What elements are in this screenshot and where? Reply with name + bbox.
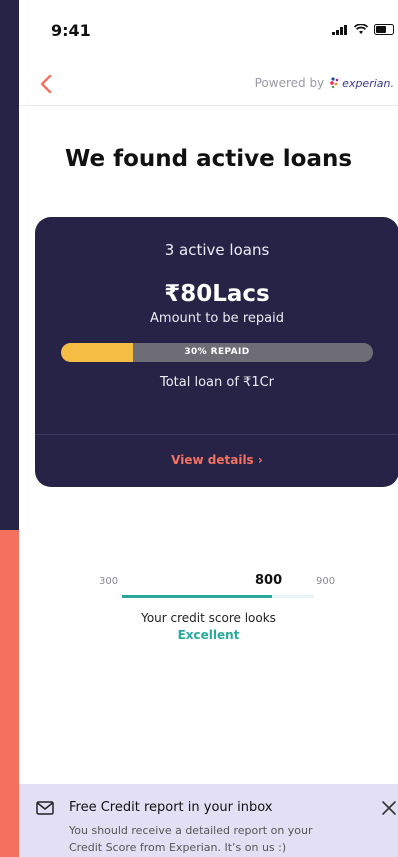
status-time: 9:41	[51, 21, 91, 40]
status-bar: 9:41	[19, 0, 398, 52]
credit-score-bar	[122, 595, 314, 598]
battery-icon	[374, 24, 394, 35]
phone-screen: 9:41 Powered by experian. We found activ…	[19, 0, 398, 857]
total-loan: Total loan of ₹1Cr	[159, 375, 275, 390]
powered-by: Powered by experian.	[255, 76, 394, 90]
loan-summary-card: 3 active loans ₹80Lacs Amount to be repa…	[35, 217, 398, 487]
page-title: We found active loans	[64, 146, 353, 172]
card-divider	[35, 434, 398, 435]
credit-score-fill	[122, 595, 272, 598]
credit-score-rating: Excellent	[177, 628, 240, 642]
wifi-icon	[354, 24, 368, 34]
score-value: 800	[255, 573, 283, 588]
back-chevron-icon[interactable]	[37, 72, 57, 96]
repaid-progress-bar: 30% REPAID	[61, 343, 373, 362]
banner-body: You should receive a detailed report on …	[69, 824, 313, 854]
loan-amount: ₹80Lacs	[164, 281, 270, 307]
credit-report-banner: Free Credit report in your inbox You sho…	[19, 784, 398, 857]
status-icons	[332, 24, 396, 35]
repaid-progress-label: 30% REPAID	[184, 347, 250, 357]
score-max: 900	[316, 576, 336, 587]
mail-icon	[36, 801, 54, 815]
powered-by-label: Powered by	[254, 76, 325, 90]
credit-score-text: Your credit score looks	[141, 611, 276, 625]
view-details-link[interactable]: View details ›	[35, 453, 398, 467]
experian-dots-icon	[330, 77, 339, 89]
experian-logo: experian.	[330, 77, 394, 90]
score-min: 300	[99, 576, 119, 587]
signal-icon	[332, 24, 347, 35]
loan-count: 3 active loans	[164, 241, 270, 259]
close-icon[interactable]	[380, 799, 398, 817]
loan-amount-label: Amount to be repaid	[150, 311, 284, 326]
experian-wordmark: experian.	[342, 76, 394, 90]
banner-title: Free Credit report in your inbox	[69, 800, 273, 815]
nav-bar: Powered by experian.	[19, 62, 398, 106]
